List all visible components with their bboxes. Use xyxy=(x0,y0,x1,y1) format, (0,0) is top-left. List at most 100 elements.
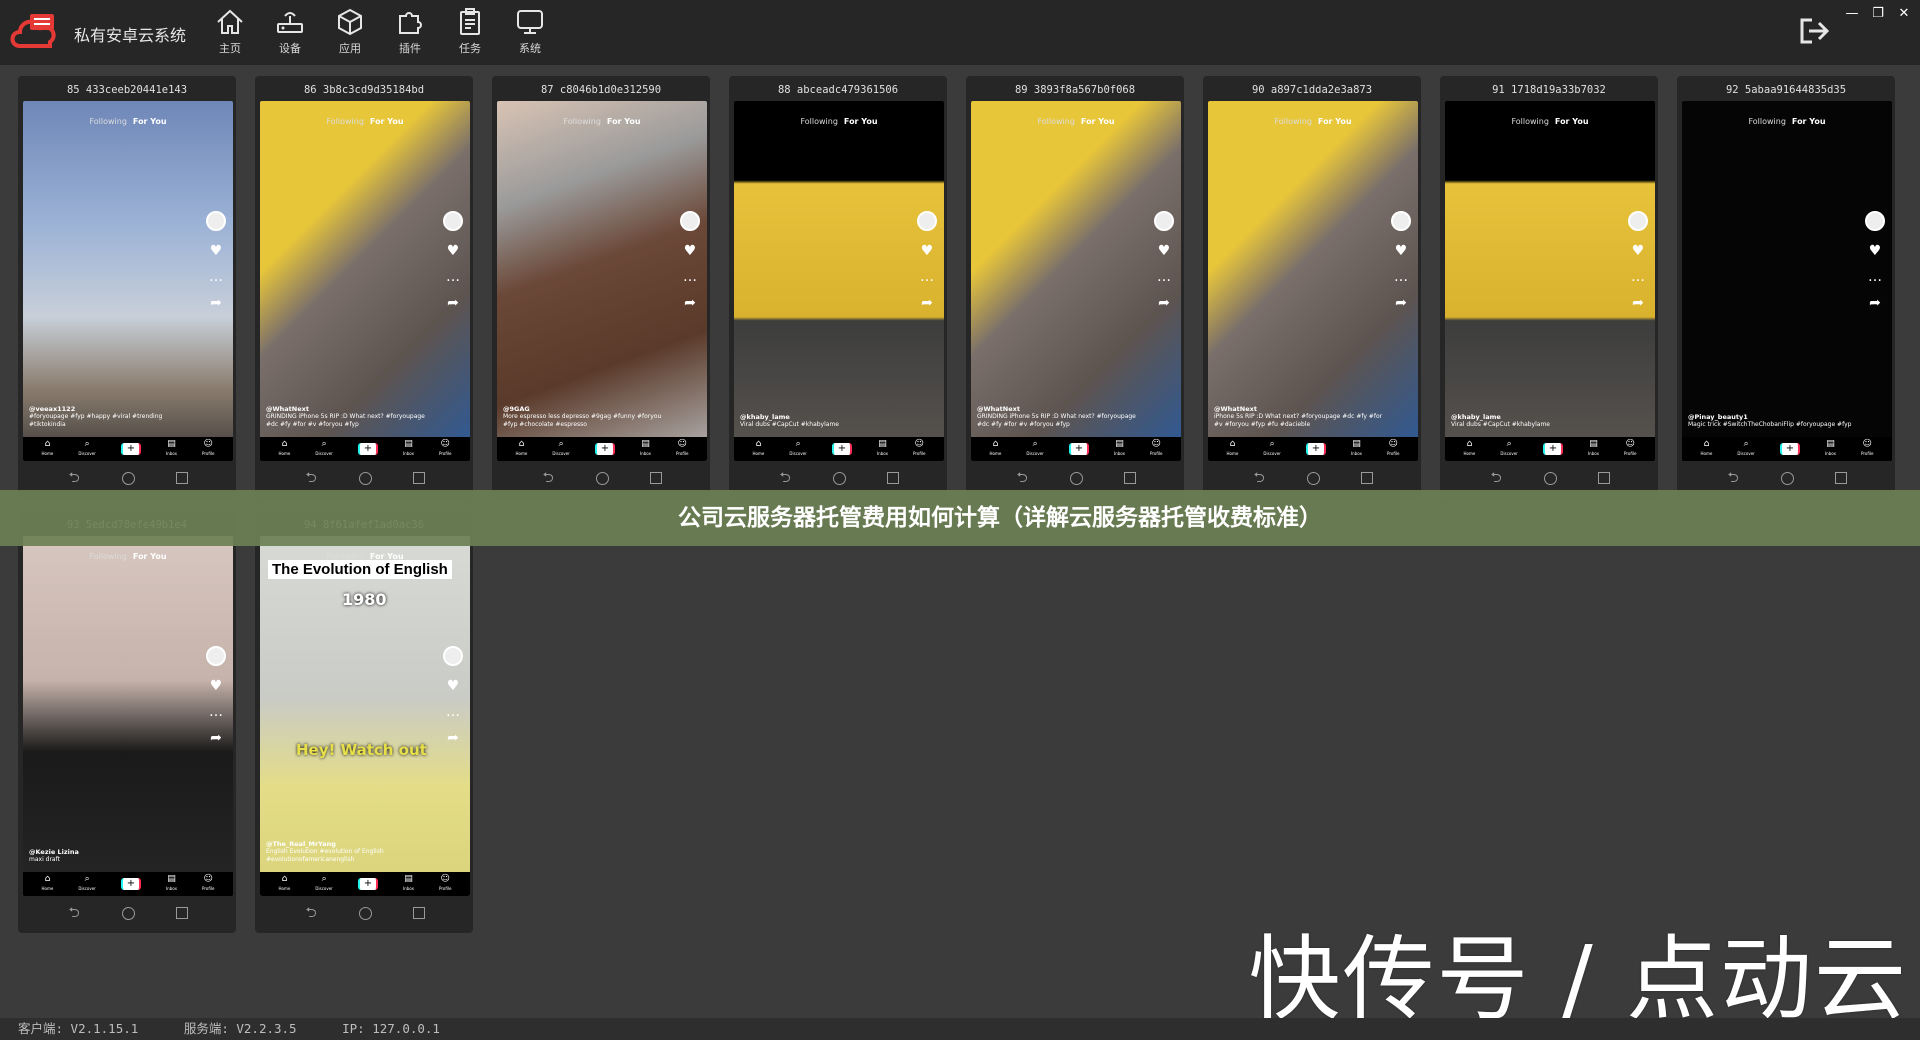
home-circle-icon[interactable] xyxy=(359,906,373,920)
bottom-tab-home[interactable]: ⌂ Home xyxy=(42,875,54,893)
bottom-tab-home[interactable]: ⌂ Home xyxy=(1227,440,1239,458)
back-icon[interactable]: ⮌ xyxy=(66,905,82,921)
tab-for-you[interactable]: For You xyxy=(1792,117,1826,126)
device-screen[interactable]: Following For You ♥ … ➦ @WhatNext GRINDING iPh… xyxy=(971,101,1181,461)
bottom-tab-profile[interactable]: ☺ Profile xyxy=(1861,440,1873,458)
heart-icon[interactable]: ♥ xyxy=(920,244,934,258)
bottom-tab-discover[interactable]: ⌕ Discover xyxy=(1026,440,1043,458)
tab-following[interactable]: Following xyxy=(1748,117,1785,126)
device-screen[interactable]: Following For You ♥ … ➦ @Pinay_beauty1 Magic t… xyxy=(1682,101,1892,461)
bottom-tab-discover[interactable]: ⌕ Discover xyxy=(789,440,806,458)
heart-icon[interactable]: ♥ xyxy=(1394,244,1408,258)
recents-square-icon[interactable] xyxy=(1123,472,1136,484)
tab-following[interactable]: Following xyxy=(89,552,126,561)
bottom-tab-profile[interactable]: ☺ Profile xyxy=(202,440,214,458)
nav-task[interactable]: 任务 xyxy=(440,4,500,60)
recents-square-icon[interactable] xyxy=(412,472,425,484)
minimize-icon[interactable]: — xyxy=(1844,6,1860,22)
home-circle-icon[interactable] xyxy=(1544,471,1558,485)
nav-plugin[interactable]: 插件 xyxy=(380,4,440,60)
comment-icon[interactable]: … xyxy=(683,270,697,284)
home-circle-icon[interactable] xyxy=(122,471,136,485)
tab-following[interactable]: Following xyxy=(800,117,837,126)
comment-icon[interactable]: … xyxy=(1868,270,1882,284)
device-tile[interactable]: 88 abceadc479361506 Following For You ♥ … ➦ @k… xyxy=(729,76,947,498)
share-icon[interactable]: ➦ xyxy=(209,731,223,745)
bottom-tab-home[interactable]: ⌂ Home xyxy=(42,440,54,458)
creator-avatar[interactable] xyxy=(1391,211,1411,231)
create-plus-button[interactable]: + xyxy=(1542,443,1563,455)
home-circle-icon[interactable] xyxy=(359,471,373,485)
bottom-tab-profile[interactable]: ☺ Profile xyxy=(913,440,925,458)
device-screen[interactable]: Following For You ♥ … ➦ @WhatNext iPhone 5s RI… xyxy=(1208,101,1418,461)
bottom-tab-inbox[interactable]: ▤ Inbox xyxy=(1825,440,1836,458)
share-icon[interactable]: ➦ xyxy=(920,296,934,310)
creator-avatar[interactable] xyxy=(917,211,937,231)
bottom-tab-discover[interactable]: ⌕ Discover xyxy=(78,440,95,458)
nav-home[interactable]: 主页 xyxy=(200,4,260,60)
comment-icon[interactable]: … xyxy=(1394,270,1408,284)
share-icon[interactable]: ➦ xyxy=(683,296,697,310)
recents-square-icon[interactable] xyxy=(1597,472,1610,484)
heart-icon[interactable]: ♥ xyxy=(446,679,460,693)
bottom-tab-inbox[interactable]: ▤ Inbox xyxy=(1114,440,1125,458)
bottom-tab-discover[interactable]: ⌕ Discover xyxy=(78,875,95,893)
bottom-tab-inbox[interactable]: ▤ Inbox xyxy=(166,875,177,893)
creator-avatar[interactable] xyxy=(1865,211,1885,231)
comment-icon[interactable]: … xyxy=(209,705,223,719)
create-plus-button[interactable]: + xyxy=(831,443,852,455)
bottom-tab-inbox[interactable]: ▤ Inbox xyxy=(166,440,177,458)
tab-for-you[interactable]: For You xyxy=(844,117,878,126)
tab-following[interactable]: Following xyxy=(1274,117,1311,126)
device-tile[interactable]: 90 a897c1dda2e3a873 Following For You ♥ … ➦ @W… xyxy=(1203,76,1421,498)
back-icon[interactable]: ⮌ xyxy=(1725,470,1741,486)
comment-icon[interactable]: … xyxy=(1157,270,1171,284)
back-icon[interactable]: ⮌ xyxy=(1488,470,1504,486)
device-screen[interactable]: Following For You ♥ … ➦ @khaby_lame Viral dubs… xyxy=(1445,101,1655,461)
bottom-tab-home[interactable]: ⌂ Home xyxy=(753,440,765,458)
device-screen[interactable]: Following For You ♥ … ➦ @veeax1122 #foryoupage… xyxy=(23,101,233,461)
video-username[interactable]: @9GAG xyxy=(503,405,673,413)
device-screen[interactable]: Following For You ♥ … ➦ @khaby_lame Viral dubs… xyxy=(734,101,944,461)
bottom-tab-inbox[interactable]: ▤ Inbox xyxy=(877,440,888,458)
comment-icon[interactable]: … xyxy=(446,705,460,719)
comment-icon[interactable]: … xyxy=(920,270,934,284)
video-username[interactable]: @WhatNext xyxy=(1214,405,1384,413)
video-username[interactable]: @khaby_lame xyxy=(740,413,910,421)
heart-icon[interactable]: ♥ xyxy=(446,244,460,258)
home-circle-icon[interactable] xyxy=(1781,471,1795,485)
video-username[interactable]: @The_Real_MrYang xyxy=(266,840,436,848)
tab-for-you[interactable]: For You xyxy=(1555,117,1589,126)
recents-square-icon[interactable] xyxy=(175,907,188,919)
home-circle-icon[interactable] xyxy=(1070,471,1084,485)
creator-avatar[interactable] xyxy=(443,211,463,231)
create-plus-button[interactable]: + xyxy=(120,878,141,890)
tab-following[interactable]: Following xyxy=(563,117,600,126)
tab-following[interactable]: Following xyxy=(326,117,363,126)
bottom-tab-profile[interactable]: ☺ Profile xyxy=(676,440,688,458)
recents-square-icon[interactable] xyxy=(175,472,188,484)
bottom-tab-home[interactable]: ⌂ Home xyxy=(1701,440,1713,458)
bottom-tab-inbox[interactable]: ▤ Inbox xyxy=(403,440,414,458)
video-username[interactable]: @WhatNext xyxy=(266,405,436,413)
tab-for-you[interactable]: For You xyxy=(370,117,404,126)
recents-square-icon[interactable] xyxy=(1834,472,1847,484)
tab-following[interactable]: Following xyxy=(1037,117,1074,126)
creator-avatar[interactable] xyxy=(1628,211,1648,231)
home-circle-icon[interactable] xyxy=(122,906,136,920)
create-plus-button[interactable]: + xyxy=(120,443,141,455)
device-screen[interactable]: Following For You ♥ … ➦ @WhatNext GRINDING iPh… xyxy=(260,101,470,461)
bottom-tab-home[interactable]: ⌂ Home xyxy=(279,875,291,893)
bottom-tab-discover[interactable]: ⌕ Discover xyxy=(315,440,332,458)
bottom-tab-discover[interactable]: ⌕ Discover xyxy=(1737,440,1754,458)
creator-avatar[interactable] xyxy=(1154,211,1174,231)
bottom-tab-discover[interactable]: ⌕ Discover xyxy=(552,440,569,458)
share-icon[interactable]: ➦ xyxy=(1631,296,1645,310)
tab-for-you[interactable]: For You xyxy=(133,117,167,126)
home-circle-icon[interactable] xyxy=(833,471,847,485)
nav-system[interactable]: 系统 xyxy=(500,4,560,60)
bottom-tab-home[interactable]: ⌂ Home xyxy=(516,440,528,458)
device-tile[interactable]: 87 c8046b1d0e312590 Following For You ♥ … ➦ @9… xyxy=(492,76,710,498)
device-tile[interactable]: 92 5abaa91644835d35 Following For You ♥ … ➦ @P… xyxy=(1677,76,1895,498)
share-icon[interactable]: ➦ xyxy=(1157,296,1171,310)
